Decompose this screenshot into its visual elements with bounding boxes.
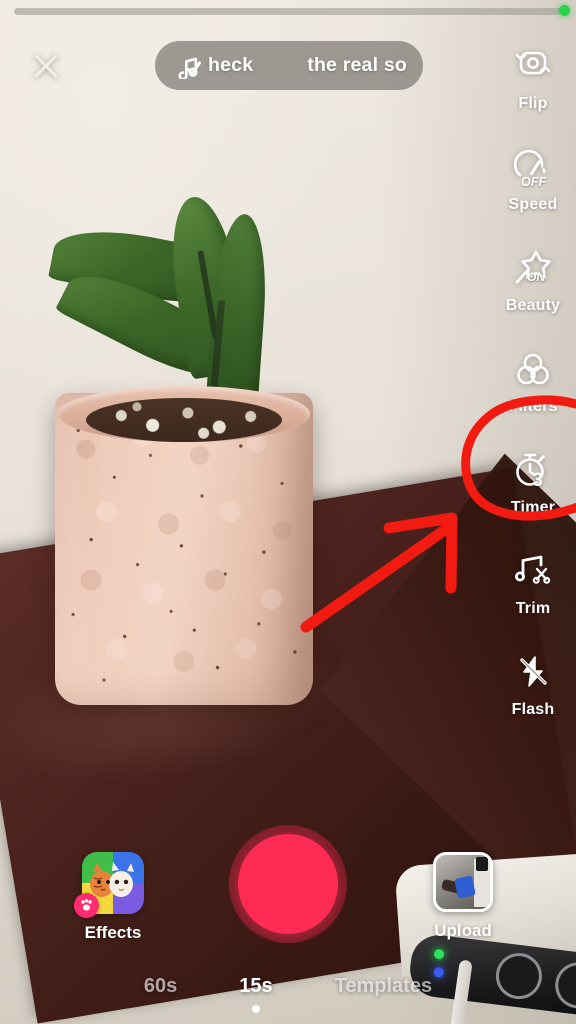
- gallery-thumbnail: [433, 852, 493, 912]
- mode-60s[interactable]: 60s: [144, 975, 177, 998]
- music-selector-pill[interactable]: heck the real so: [155, 41, 423, 90]
- tool-timer[interactable]: 3 Timer: [490, 444, 576, 545]
- upload-label: Upload: [434, 921, 492, 940]
- paw-icon: [74, 893, 99, 918]
- tool-rail: Flip OFF Speed ON Beauty Filters 3 Timer…: [490, 40, 576, 747]
- tool-label: Filters: [508, 398, 558, 415]
- speedometer-icon: OFF: [512, 141, 554, 193]
- lightning-slash-icon: [513, 646, 553, 698]
- music-title-part-1: heck: [208, 54, 254, 76]
- tool-label: Flip: [518, 95, 548, 112]
- tool-label: Flash: [511, 701, 555, 718]
- mode-templates[interactable]: Templates: [335, 975, 432, 998]
- tool-label: Timer: [510, 499, 556, 516]
- record-core: [238, 834, 338, 934]
- upload-button[interactable]: Upload: [428, 852, 498, 941]
- tool-filters[interactable]: Filters: [490, 343, 576, 444]
- effects-label: Effects: [84, 923, 142, 942]
- tool-label: Speed: [508, 196, 558, 213]
- effects-button[interactable]: Effects: [74, 852, 148, 943]
- music-note-check-icon: [176, 53, 206, 79]
- tool-flip[interactable]: Flip: [490, 40, 576, 141]
- close-button[interactable]: [24, 44, 68, 88]
- music-title-part-2: the real so: [307, 54, 407, 76]
- mode-active-indicator: [251, 1004, 260, 1013]
- pot-gravel-soil: [86, 398, 282, 442]
- beauty-badge: ON: [527, 270, 545, 284]
- record-button[interactable]: [229, 825, 347, 943]
- mode-15s[interactable]: 15s: [239, 974, 273, 1013]
- three-circles-icon: [513, 343, 553, 395]
- mode-15s-label: 15s: [239, 974, 273, 997]
- status-indicator-dot: [559, 5, 570, 16]
- tool-flash[interactable]: Flash: [490, 646, 576, 747]
- green-led-icon: [433, 948, 445, 960]
- close-icon: [34, 54, 58, 78]
- tool-trim[interactable]: Trim: [490, 545, 576, 646]
- magic-wand-star-icon: ON: [512, 242, 554, 294]
- tool-beauty[interactable]: ON Beauty: [490, 242, 576, 343]
- recording-progress-bar[interactable]: [14, 8, 562, 15]
- tool-speed[interactable]: OFF Speed: [490, 141, 576, 242]
- stopwatch-icon: 3: [512, 444, 554, 496]
- camera-flip-icon: [513, 40, 553, 92]
- mode-selector: 60s 15s Templates: [0, 964, 576, 1013]
- music-scissors-icon: [512, 545, 554, 597]
- tool-label: Trim: [515, 600, 551, 617]
- tool-label: Beauty: [505, 297, 561, 314]
- timer-badge: 3: [532, 470, 543, 491]
- cat-face-effects-icon: [74, 852, 144, 918]
- tiktok-camera-screen: heck the real so Flip OFF Speed ON Beaut…: [0, 0, 576, 1024]
- speed-badge: OFF: [521, 175, 546, 189]
